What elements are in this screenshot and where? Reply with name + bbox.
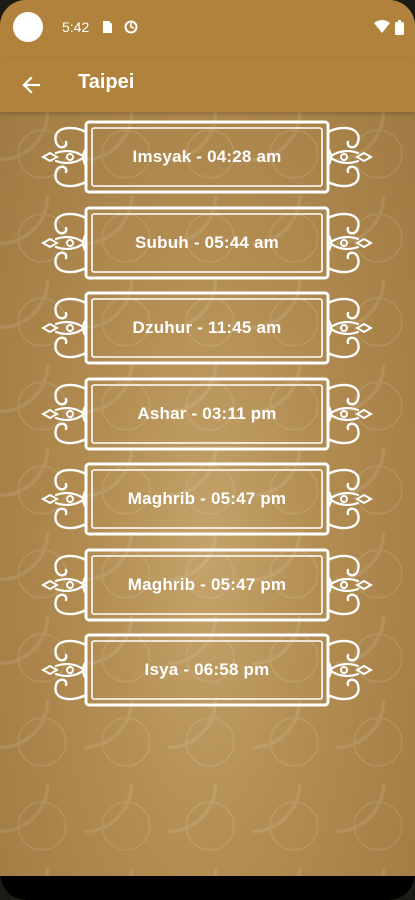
prayer-time-card[interactable]: Maghrib - 05:47 pm: [40, 546, 374, 624]
prayer-time-label: Imsyak - 04:28 am: [132, 147, 282, 166]
prayer-time-label: Isya - 06:58 pm: [144, 660, 270, 679]
prayer-time-card[interactable]: Isya - 06:58 pm: [40, 631, 374, 709]
wifi-icon: [374, 20, 390, 33]
prayer-time-card[interactable]: Imsyak - 04:28 am: [40, 118, 374, 196]
prayer-time-label: Ashar - 03:11 pm: [137, 403, 277, 423]
prayer-time-label: Dzuhur - 11:45 am: [132, 318, 282, 337]
app-screen: 5:42 Taipei Imsyak - 04:28 am Subuh - 05…: [0, 0, 415, 900]
prayer-time-card[interactable]: Ashar - 03:11 pm: [40, 375, 374, 453]
prayer-time-card[interactable]: Maghrib - 05:47 pm: [40, 460, 374, 538]
page-title: Taipei: [78, 71, 135, 93]
app-bar: Taipei: [0, 58, 415, 112]
sync-icon: [124, 20, 138, 34]
prayer-time-label: Maghrib - 05:47 pm: [127, 574, 287, 594]
sim-card-icon: [103, 21, 112, 33]
back-button[interactable]: [14, 68, 48, 102]
arrow-left-icon: [22, 76, 41, 94]
prayer-time-label: Maghrib - 05:47 pm: [127, 489, 287, 508]
navigation-bar: [0, 876, 415, 900]
prayer-time-card[interactable]: Dzuhur - 11:45 am: [40, 289, 374, 367]
camera-cutout: [13, 12, 43, 42]
status-time: 5:42: [62, 19, 90, 35]
prayer-time-label: Subuh - 05:44 am: [135, 232, 279, 252]
battery-icon: [395, 20, 404, 35]
status-bar: 5:42: [0, 0, 415, 58]
prayer-time-card[interactable]: Subuh - 05:44 am: [40, 204, 374, 282]
